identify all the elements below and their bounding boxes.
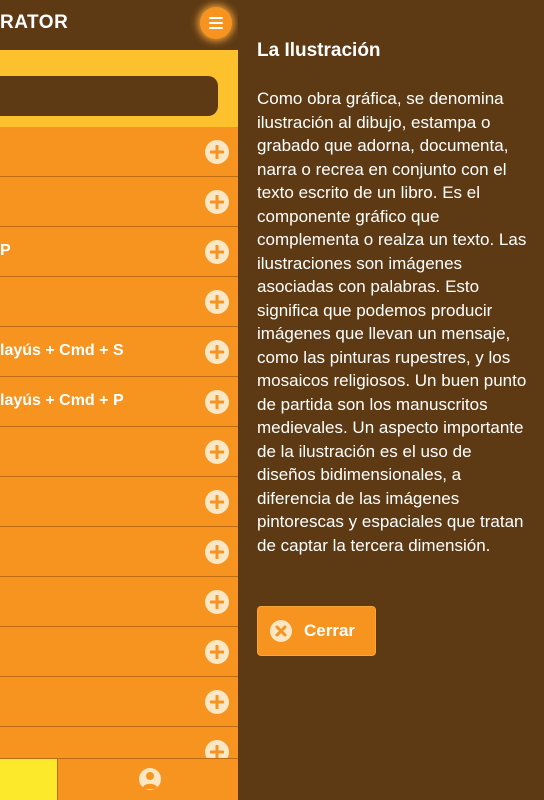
plus-circle-icon[interactable]	[205, 690, 229, 714]
menu-row[interactable]	[0, 277, 238, 327]
bottom-bar	[0, 758, 238, 800]
plus-circle-icon[interactable]	[205, 340, 229, 364]
menu-row[interactable]	[0, 527, 238, 577]
close-button[interactable]: Cerrar	[257, 606, 376, 656]
menu-row-label: layús + Cmd + S	[0, 342, 124, 359]
app-brand: RATOR	[0, 12, 69, 33]
plus-circle-icon[interactable]	[205, 540, 229, 564]
close-button-label: Cerrar	[304, 621, 356, 640]
plus-circle-icon[interactable]	[205, 590, 229, 614]
user-button[interactable]	[139, 768, 161, 790]
menu-list: Playús + Cmd + S layús + Cmd + P	[0, 127, 238, 777]
menu-row[interactable]	[0, 177, 238, 227]
plus-circle-icon[interactable]	[205, 290, 229, 314]
menu-row[interactable]	[0, 677, 238, 727]
menu-row[interactable]: layús + Cmd + P	[0, 377, 238, 427]
top-bar: RATOR	[0, 0, 238, 50]
plus-circle-icon[interactable]	[205, 490, 229, 514]
menu-button[interactable]	[200, 7, 232, 39]
plus-circle-icon[interactable]	[205, 240, 229, 264]
menu-row[interactable]	[0, 427, 238, 477]
close-x-icon	[270, 620, 292, 642]
menu-row[interactable]	[0, 127, 238, 177]
plus-circle-icon[interactable]	[205, 190, 229, 214]
hamburger-menu-icon	[209, 17, 223, 29]
plus-circle-icon[interactable]	[205, 640, 229, 664]
menu-row[interactable]	[0, 627, 238, 677]
drawer-body-text: Como obra gráfica, se denomina ilustraci…	[257, 89, 527, 555]
user-icon	[142, 772, 158, 789]
menu-row[interactable]	[0, 477, 238, 527]
menu-row[interactable]	[0, 577, 238, 627]
plus-circle-icon[interactable]	[205, 390, 229, 414]
drawer-title: La Ilustración	[257, 40, 381, 61]
footer-tab-active[interactable]	[0, 759, 58, 800]
plus-circle-icon[interactable]	[205, 140, 229, 164]
menu-row-label: P	[0, 242, 11, 259]
app-panel: RATOR Playús + Cmd + S layús + Cmd + P	[0, 0, 238, 800]
menu-row[interactable]: layús + Cmd + S	[0, 327, 238, 377]
plus-circle-icon[interactable]	[205, 440, 229, 464]
menu-row[interactable]: P	[0, 227, 238, 277]
search-input[interactable]	[0, 76, 218, 116]
menu-row-label: layús + Cmd + P	[0, 392, 124, 409]
